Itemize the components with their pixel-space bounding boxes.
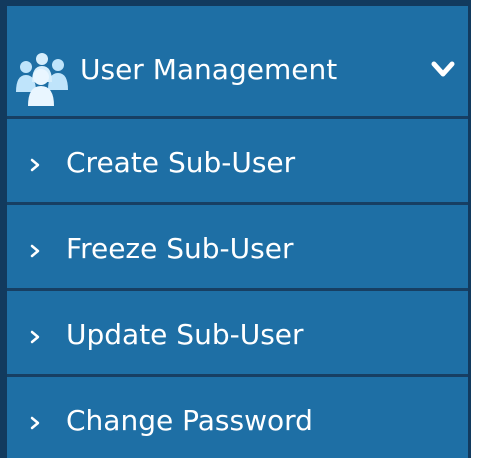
- header-label: User Management: [80, 53, 338, 86]
- menu-item-label: Change Password: [66, 404, 313, 437]
- menu-item-freeze-sub-user[interactable]: Freeze Sub-User: [7, 202, 468, 288]
- chevron-right-icon: [30, 330, 40, 344]
- menu-item-label: Create Sub-User: [66, 146, 296, 179]
- menu-item-create-sub-user[interactable]: Create Sub-User: [7, 116, 468, 202]
- user-management-menu: User Management Create Sub-User Freeze S…: [0, 0, 471, 458]
- user-management-header[interactable]: User Management: [7, 6, 468, 116]
- chevron-right-icon: [30, 158, 40, 172]
- menu-item-label: Freeze Sub-User: [66, 232, 294, 265]
- chevron-down-icon[interactable]: [428, 54, 458, 84]
- chevron-right-icon: [30, 416, 40, 430]
- menu-item-update-sub-user[interactable]: Update Sub-User: [7, 288, 468, 374]
- chevron-right-icon: [30, 244, 40, 258]
- menu-item-change-password[interactable]: Change Password: [7, 374, 468, 460]
- menu-item-label: Update Sub-User: [66, 318, 304, 351]
- users-icon: [16, 53, 68, 106]
